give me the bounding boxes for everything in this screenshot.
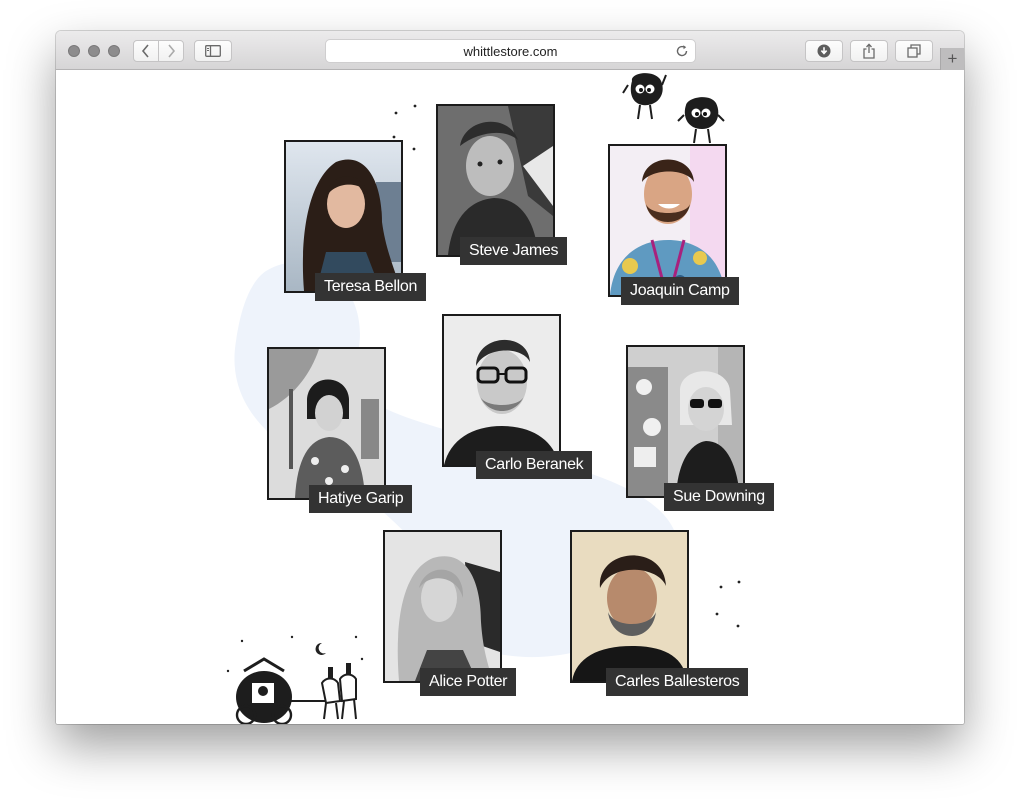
person-photo [570,530,689,683]
sidebar-button[interactable] [194,40,232,62]
person-photo [436,104,555,257]
new-tab-button[interactable]: + [940,48,964,70]
back-button[interactable] [133,40,159,62]
person-name-label: Teresa Bellon [315,273,427,301]
person-name-label: Sue Downing [664,483,774,511]
zoom-window-button[interactable] [108,45,120,57]
person-photo [626,345,745,498]
minimize-window-button[interactable] [88,45,100,57]
tabs-overview-button[interactable] [895,40,933,62]
person-name-label: Carlo Beranek [476,451,593,479]
person-name-label: Hatiye Garip [309,485,413,513]
forward-chevron-icon [166,44,176,58]
url-text: whittlestore.com [463,43,558,59]
carriage-illustration [226,635,364,724]
close-window-button[interactable] [68,45,80,57]
person-name-label: Alice Potter [420,668,517,696]
browser-toolbar: whittlestore.com + [56,31,964,70]
browser-window: whittlestore.com + Teresa Bellon Steve J… [56,31,964,724]
tabs-icon [907,44,921,58]
person-photo [284,140,403,293]
forward-button[interactable] [158,40,184,62]
page-content: Teresa Bellon Steve James Joaquin Camp H… [56,71,964,724]
person-photo [608,144,727,297]
back-chevron-icon [141,44,151,58]
share-button[interactable] [850,40,888,62]
share-icon [862,43,876,59]
sidebar-icon [205,45,221,57]
star-dots-decoration-right [715,580,741,628]
person-photo [442,314,561,467]
download-icon [817,44,831,58]
download-button[interactable] [805,40,843,62]
person-name-label: Joaquin Camp [621,277,739,305]
person-name-label: Steve James [460,237,568,265]
reload-icon[interactable] [675,44,689,61]
person-name-label: Carles Ballesteros [606,668,749,696]
address-bar[interactable]: whittlestore.com [325,39,696,63]
creatures-illustration [622,73,725,144]
person-photo [383,530,502,683]
person-photo [267,347,386,500]
